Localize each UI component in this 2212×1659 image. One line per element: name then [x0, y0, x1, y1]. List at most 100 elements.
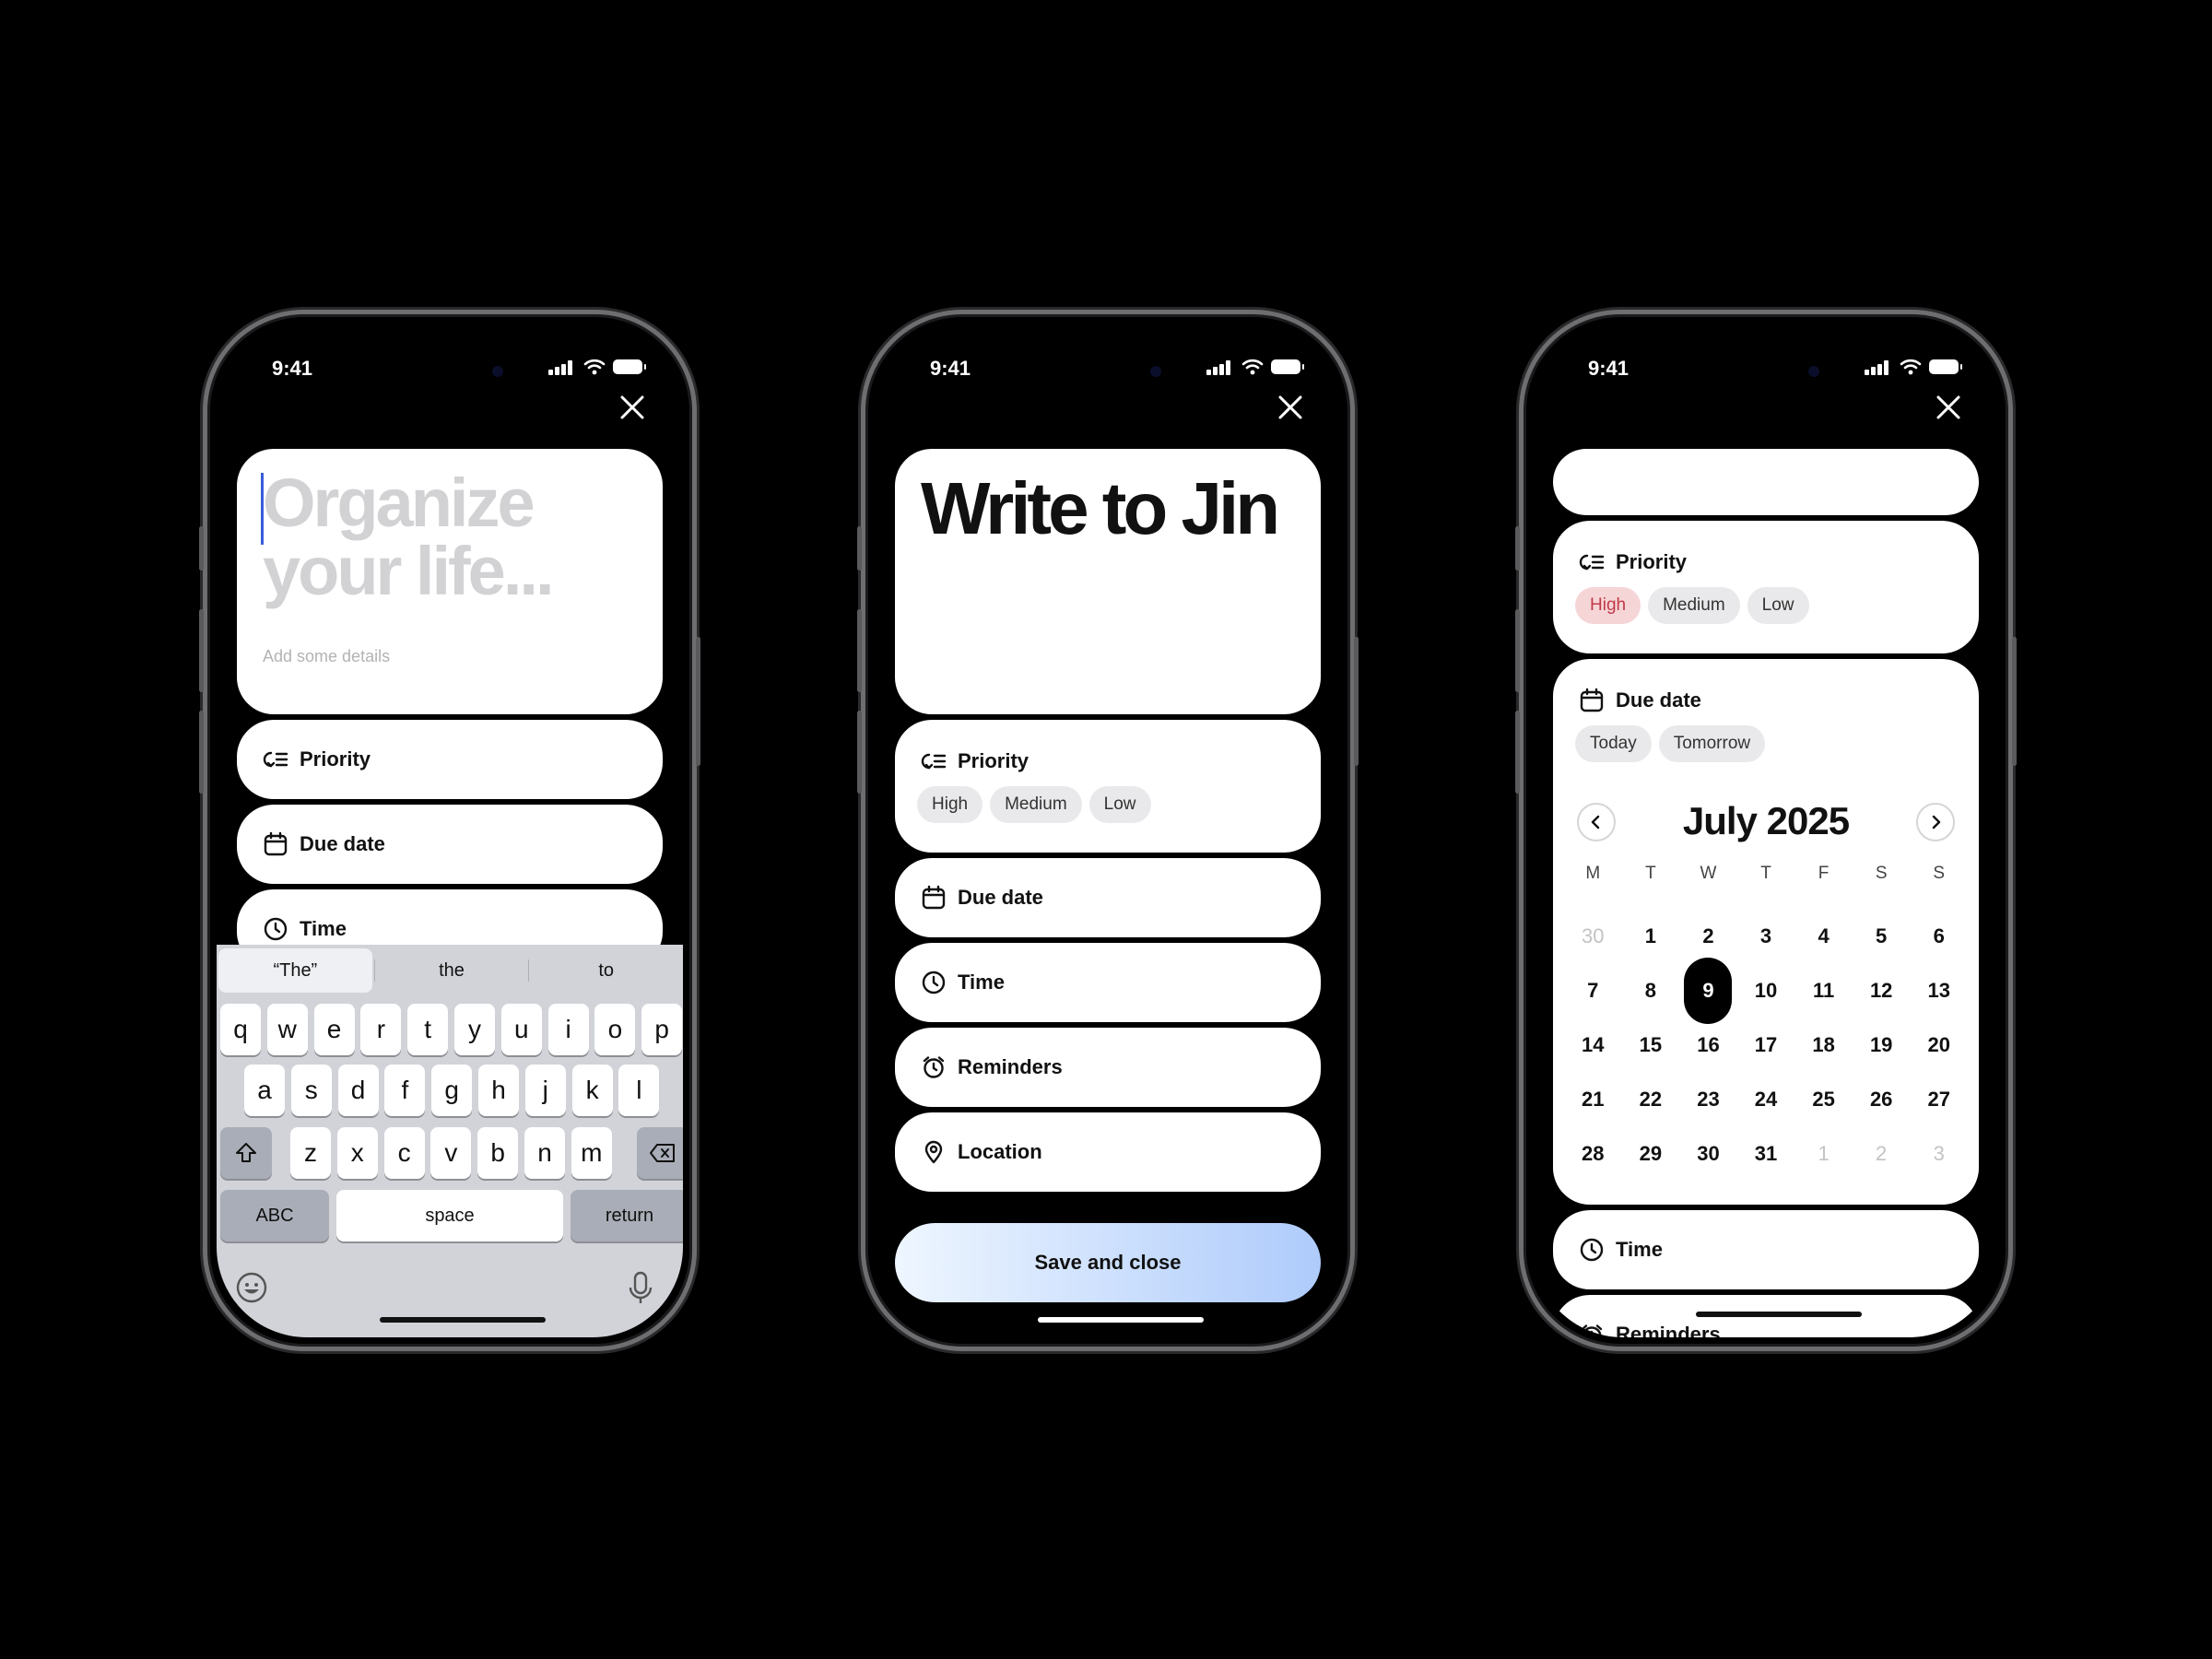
key-i[interactable]: i: [547, 1004, 589, 1055]
close-icon[interactable]: [1273, 390, 1308, 425]
calendar-day[interactable]: 22: [1622, 1086, 1680, 1113]
title-card[interactable]: Organize your life... Add some details: [237, 449, 663, 714]
key-l[interactable]: l: [618, 1065, 660, 1116]
title-card[interactable]: Write to Jin: [895, 449, 1321, 714]
priority-high-chip-selected[interactable]: High: [1575, 587, 1641, 624]
priority-row[interactable]: Priority: [237, 720, 663, 799]
priority-high-chip[interactable]: High: [917, 786, 983, 823]
weekday-label: T: [1760, 864, 1771, 883]
calendar-day-outside-month[interactable]: 3: [1910, 1140, 1968, 1168]
calendar-day-outside-month[interactable]: 1: [1794, 1140, 1853, 1168]
due-today-chip[interactable]: Today: [1575, 725, 1652, 762]
key-y[interactable]: y: [454, 1004, 495, 1055]
suggestion-1[interactable]: “The”: [218, 948, 372, 993]
calendar-day[interactable]: 31: [1737, 1140, 1795, 1168]
calendar-day-outside-month[interactable]: 30: [1564, 923, 1622, 950]
location-row[interactable]: Location: [895, 1112, 1321, 1192]
title-card-collapsed[interactable]: [1553, 449, 1979, 515]
key-q[interactable]: q: [220, 1004, 261, 1055]
suggestion-3[interactable]: to: [529, 948, 683, 993]
key-x[interactable]: x: [336, 1127, 378, 1179]
key-m[interactable]: m: [571, 1127, 612, 1179]
calendar-day[interactable]: 13: [1910, 977, 1968, 1005]
key-u[interactable]: u: [500, 1004, 542, 1055]
priority-medium-chip[interactable]: Medium: [990, 786, 1082, 823]
reminders-row[interactable]: Reminders: [895, 1028, 1321, 1107]
calendar-day-selected[interactable]: 9: [1679, 958, 1737, 1024]
calendar-day[interactable]: 28: [1564, 1140, 1622, 1168]
calendar-day[interactable]: 30: [1679, 1140, 1737, 1168]
screen-1: 9:41 Organize your life... Add some deta…: [217, 324, 683, 1337]
calendar-day[interactable]: 26: [1853, 1086, 1911, 1113]
key-s[interactable]: s: [290, 1065, 332, 1116]
calendar-day[interactable]: 19: [1853, 1031, 1911, 1059]
return-key[interactable]: return: [571, 1190, 683, 1241]
time-row[interactable]: Time: [895, 943, 1321, 1022]
calendar-day[interactable]: 11: [1794, 977, 1853, 1005]
priority-label: Priority: [958, 749, 1030, 772]
key-e[interactable]: e: [313, 1004, 355, 1055]
key-j[interactable]: j: [524, 1065, 566, 1116]
priority-low-chip[interactable]: Low: [1088, 786, 1151, 823]
emoji-icon[interactable]: [235, 1271, 268, 1304]
close-icon[interactable]: [1931, 390, 1966, 425]
calendar-day[interactable]: 27: [1910, 1086, 1968, 1113]
key-o[interactable]: o: [594, 1004, 636, 1055]
calendar-day[interactable]: 25: [1794, 1086, 1853, 1113]
due-date-row[interactable]: Due date: [237, 805, 663, 884]
microphone-icon[interactable]: [622, 1269, 659, 1306]
calendar-day[interactable]: 17: [1737, 1031, 1795, 1059]
key-a[interactable]: a: [244, 1065, 285, 1116]
time-row[interactable]: Time: [1553, 1210, 1979, 1289]
calendar-day[interactable]: 7: [1564, 977, 1622, 1005]
suggestion-2[interactable]: the: [375, 948, 529, 993]
calendar-day[interactable]: 15: [1622, 1031, 1680, 1059]
key-p[interactable]: p: [641, 1004, 683, 1055]
calendar-day[interactable]: 12: [1853, 977, 1911, 1005]
key-f[interactable]: f: [384, 1065, 426, 1116]
key-w[interactable]: w: [266, 1004, 308, 1055]
space-key[interactable]: space: [336, 1190, 563, 1241]
key-g[interactable]: g: [431, 1065, 473, 1116]
key-v[interactable]: v: [430, 1127, 472, 1179]
task-title[interactable]: Write to Jin: [921, 467, 1280, 550]
calendar-day[interactable]: 2: [1679, 923, 1737, 950]
next-month-button[interactable]: [1916, 803, 1955, 841]
key-n[interactable]: n: [524, 1127, 565, 1179]
calendar-day[interactable]: 8: [1622, 977, 1680, 1005]
save-and-close-button[interactable]: Save and close: [895, 1223, 1321, 1302]
calendar-day[interactable]: 10: [1737, 977, 1795, 1005]
key-h[interactable]: h: [478, 1065, 519, 1116]
key-k[interactable]: k: [571, 1065, 613, 1116]
key-z[interactable]: z: [290, 1127, 331, 1179]
calendar-day[interactable]: 18: [1794, 1031, 1853, 1059]
calendar-day[interactable]: 20: [1910, 1031, 1968, 1059]
shift-key[interactable]: [220, 1127, 272, 1179]
delete-key[interactable]: [637, 1127, 683, 1179]
calendar-day[interactable]: 6: [1910, 923, 1968, 950]
calendar-day[interactable]: 4: [1794, 923, 1853, 950]
priority-low-chip[interactable]: Low: [1747, 587, 1809, 624]
calendar-day[interactable]: 14: [1564, 1031, 1622, 1059]
key-t[interactable]: t: [407, 1004, 449, 1055]
key-r[interactable]: r: [360, 1004, 402, 1055]
close-icon[interactable]: [615, 390, 650, 425]
details-placeholder[interactable]: Add some details: [263, 647, 390, 666]
calendar-day[interactable]: 23: [1679, 1086, 1737, 1113]
calendar-day[interactable]: 5: [1853, 923, 1911, 950]
key-c[interactable]: c: [383, 1127, 425, 1179]
calendar-day[interactable]: 24: [1737, 1086, 1795, 1113]
calendar-day[interactable]: 29: [1622, 1140, 1680, 1168]
abc-key[interactable]: ABC: [220, 1190, 329, 1241]
due-tomorrow-chip[interactable]: Tomorrow: [1658, 725, 1766, 762]
priority-medium-chip[interactable]: Medium: [1648, 587, 1740, 624]
calendar-day[interactable]: 3: [1737, 923, 1795, 950]
calendar-week-row: 14 15 16 17 18 19 20: [1564, 1031, 1968, 1059]
key-d[interactable]: d: [337, 1065, 379, 1116]
calendar-day[interactable]: 21: [1564, 1086, 1622, 1113]
calendar-day[interactable]: 16: [1679, 1031, 1737, 1059]
due-date-row[interactable]: Due date: [895, 858, 1321, 937]
calendar-day-outside-month[interactable]: 2: [1853, 1140, 1911, 1168]
calendar-day[interactable]: 1: [1622, 923, 1680, 950]
key-b[interactable]: b: [477, 1127, 519, 1179]
